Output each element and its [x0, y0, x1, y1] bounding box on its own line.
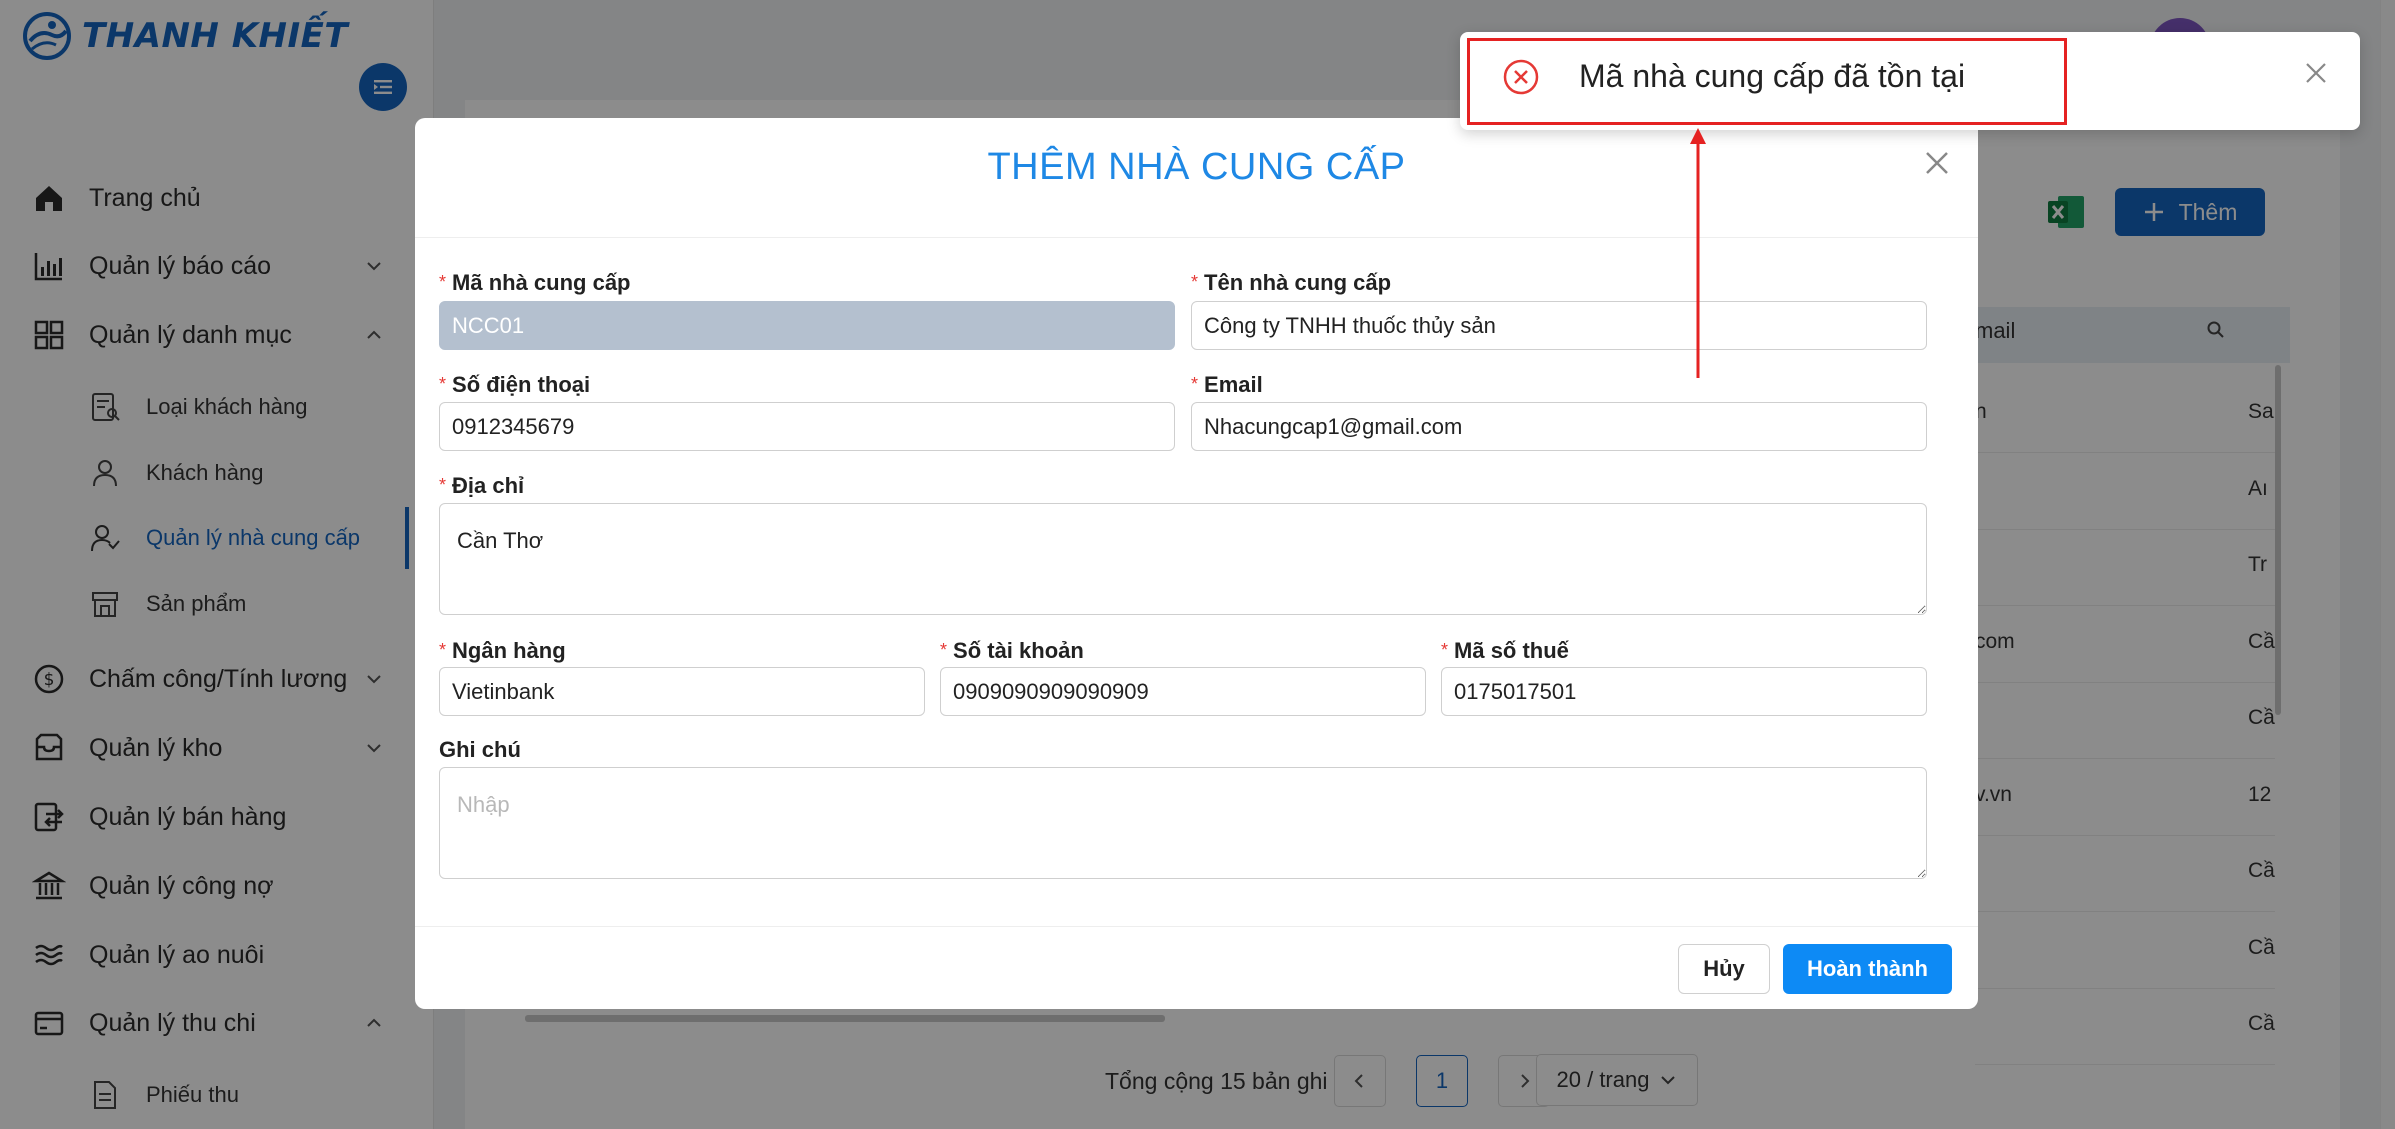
close-icon[interactable] [1922, 148, 1952, 178]
note-label: Ghi chú [439, 737, 521, 763]
account-number-label: * Số tài khoản [940, 638, 1084, 664]
required-mark: * [439, 475, 447, 495]
bank-input[interactable] [439, 667, 925, 716]
annotation-highlight-box [1467, 38, 2067, 125]
label-text: Mã nhà cung cấp [452, 270, 631, 295]
label-text: Ghi chú [439, 737, 521, 762]
phone-input[interactable] [439, 402, 1175, 451]
label-text: Email [1204, 372, 1263, 397]
required-mark: * [1191, 272, 1199, 292]
required-mark: * [439, 640, 447, 660]
modal-title: THÊM NHÀ CUNG CẤP [987, 146, 1406, 188]
cancel-button[interactable]: Hủy [1678, 944, 1770, 994]
add-supplier-modal: THÊM NHÀ CUNG CẤP *Mã nhà cung cấp *Tên … [415, 118, 1978, 1009]
label-text: Số điện thoại [452, 372, 591, 397]
required-mark: * [439, 272, 447, 292]
email-input[interactable] [1191, 402, 1927, 451]
required-mark: * [1191, 374, 1199, 394]
label-text: Số tài khoản [953, 638, 1084, 663]
tax-code-label: * Mã số thuế [1441, 638, 1569, 664]
submit-button[interactable]: Hoàn thành [1783, 944, 1952, 994]
supplier-name-input[interactable] [1191, 301, 1927, 350]
required-mark: * [1441, 640, 1449, 660]
modal-footer-divider [415, 926, 1978, 927]
tax-code-input[interactable] [1441, 667, 1927, 716]
required-mark: * [439, 374, 447, 394]
note-textarea[interactable] [439, 767, 1927, 879]
required-mark: * [940, 640, 948, 660]
supplier-code-input[interactable] [439, 301, 1175, 350]
address-textarea[interactable]: Cần Thơ [439, 503, 1927, 615]
label-text: Tên nhà cung cấp [1204, 270, 1392, 295]
bank-label: * Ngân hàng [439, 638, 566, 664]
account-number-input[interactable] [940, 667, 1426, 716]
close-icon[interactable] [2303, 60, 2329, 86]
address-label: * Địa chỉ [439, 473, 524, 499]
supplier-code-label: * Mã nhà cung cấp [439, 270, 631, 296]
label-text: Mã số thuế [1454, 638, 1569, 663]
phone-label: * Số điện thoại [439, 372, 590, 398]
label-text: Ngân hàng [452, 638, 566, 663]
email-label: * Email [1191, 372, 1263, 398]
modal-header-divider [415, 237, 1978, 238]
supplier-name-label: * Tên nhà cung cấp [1191, 270, 1391, 296]
label-text: Địa chỉ [452, 473, 525, 498]
annotation-arrow-icon [1690, 128, 1706, 378]
